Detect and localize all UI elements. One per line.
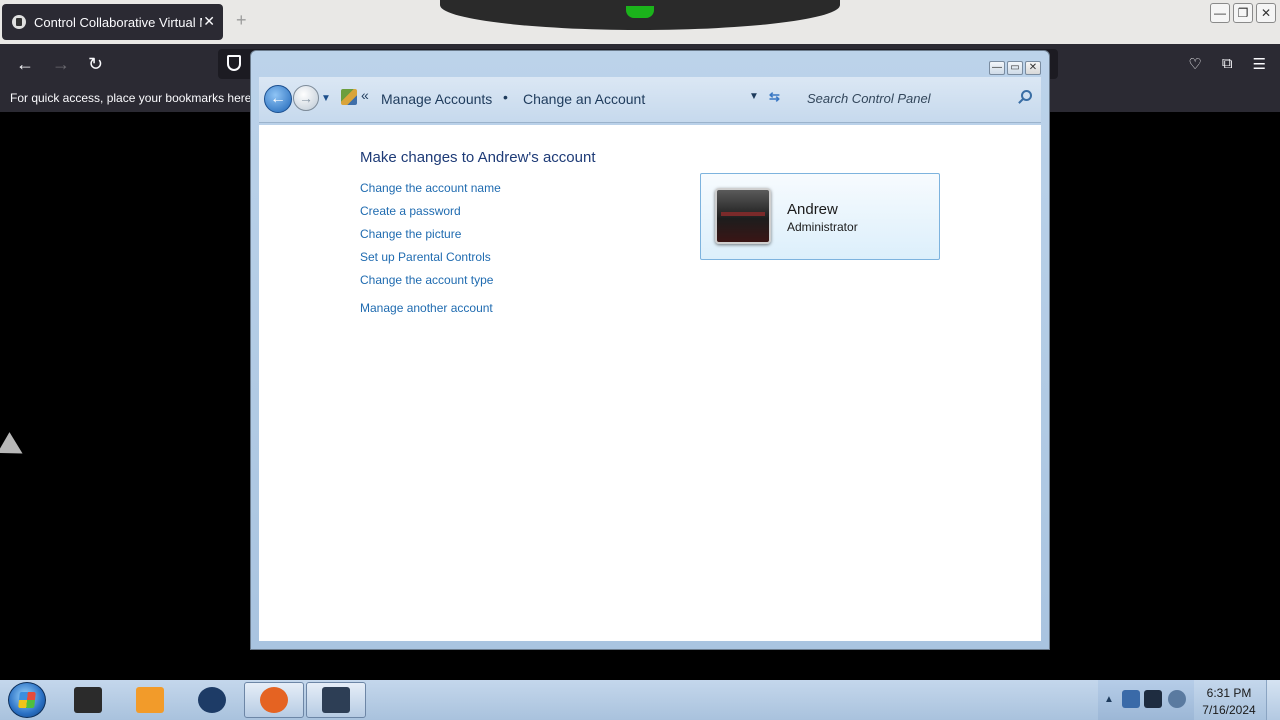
clock-time[interactable]: 6:31 PM — [1196, 686, 1262, 700]
firefox-icon — [260, 687, 288, 713]
app-1-icon — [74, 687, 102, 713]
reload-button[interactable]: ↻ — [88, 54, 103, 74]
control-panel-icon — [341, 89, 357, 105]
app-3-icon — [198, 687, 226, 713]
tray-app-icon[interactable] — [1122, 690, 1140, 708]
shield-icon[interactable] — [227, 55, 241, 71]
address-dropdown-chevron-down-icon[interactable]: ▼ — [749, 91, 759, 102]
browser-toolbar-icons: ♡ ⧉ ☰ — [1188, 55, 1266, 73]
minimize-button[interactable]: — — [1210, 3, 1230, 23]
mouse-cursor-icon — [0, 432, 29, 464]
close-button[interactable]: ✕ — [1256, 3, 1276, 23]
pocket-icon[interactable]: ♡ — [1188, 55, 1201, 73]
recent-pages-chevron-down-icon[interactable]: ▼ — [321, 93, 331, 104]
remote-viewer-icon — [322, 687, 350, 713]
search-input[interactable]: Search Control Panel — [807, 91, 1039, 109]
tray-volume-icon[interactable] — [1168, 690, 1186, 708]
refresh-icon[interactable]: ⇆ — [769, 89, 780, 105]
window-minimize-button[interactable]: — — [989, 61, 1005, 75]
task-links: Change the account name Create a passwor… — [360, 181, 501, 324]
window-close-button[interactable]: ✕ — [1025, 61, 1041, 75]
search-icon[interactable] — [1021, 90, 1032, 101]
taskbar-media-player[interactable] — [120, 682, 180, 718]
tab-favicon-icon — [12, 15, 26, 29]
clock-date[interactable]: 7/16/2024 — [1196, 703, 1262, 717]
system-tray: ▲ — [1098, 680, 1194, 720]
create-password-link[interactable]: Create a password — [360, 204, 501, 218]
menu-icon[interactable]: ☰ — [1253, 55, 1266, 73]
taskbar-firefox[interactable] — [244, 682, 304, 718]
avatar — [715, 188, 771, 244]
taskbar: ▲ 6:31 PM 7/16/2024 — [0, 680, 1280, 720]
new-tab-button[interactable]: + — [236, 10, 247, 31]
browser-window-controls: — ❐ ✕ — [1210, 3, 1276, 23]
breadcrumb-overflow[interactable]: « — [361, 87, 369, 103]
vm-toolbar-notch[interactable] — [440, 0, 840, 30]
account-name: Andrew — [787, 201, 838, 218]
taskbar-app-1[interactable] — [58, 682, 118, 718]
vm-connection-indicator-icon — [626, 6, 654, 18]
show-desktop-button[interactable] — [1266, 680, 1280, 720]
explorer-forward-button[interactable]: → — [293, 85, 319, 111]
back-button[interactable]: ← — [16, 54, 34, 74]
extensions-icon[interactable]: ⧉ — [1222, 55, 1233, 73]
change-picture-link[interactable]: Change the picture — [360, 227, 501, 241]
taskbar-remote-viewer[interactable] — [306, 682, 366, 718]
explorer-back-button[interactable]: ← — [264, 85, 292, 113]
tab-title: Control Collaborative Virtual M — [34, 14, 202, 30]
tray-network-icon[interactable] — [1144, 690, 1162, 708]
restore-button[interactable]: ❐ — [1233, 3, 1253, 23]
change-account-type-link[interactable]: Change the account type — [360, 273, 501, 287]
window-caption-buttons: — ▭ ✕ — [989, 61, 1041, 75]
content-pane: Make changes to Andrew's account Change … — [259, 125, 1041, 641]
breadcrumb-change-an-account[interactable]: Change an Account — [523, 91, 645, 107]
forward-button[interactable]: → — [52, 54, 70, 74]
control-panel-window: — ▭ ✕ ← → ▼ « Manage Accounts • Change a… — [250, 50, 1050, 650]
window-maximize-button[interactable]: ▭ — [1007, 61, 1023, 75]
change-account-name-link[interactable]: Change the account name — [360, 181, 501, 195]
address-row: ← → ▼ « Manage Accounts • Change an Acco… — [259, 77, 1041, 123]
tray-expand-icon[interactable]: ▲ — [1104, 694, 1114, 705]
account-role: Administrator — [787, 220, 858, 234]
manage-another-account-link[interactable]: Manage another account — [360, 301, 501, 315]
breadcrumb-separator[interactable]: • — [503, 89, 508, 105]
page-title: Make changes to Andrew's account — [360, 149, 596, 166]
browser-tab-bar: Control Collaborative Virtual M ✕ + — ❐ … — [0, 0, 1280, 44]
browser-tab-active[interactable]: Control Collaborative Virtual M ✕ — [2, 4, 223, 40]
start-button[interactable] — [8, 682, 46, 718]
taskbar-app-3[interactable] — [182, 682, 242, 718]
media-player-icon — [136, 687, 164, 713]
breadcrumb-manage-accounts[interactable]: Manage Accounts — [381, 91, 492, 107]
account-card[interactable]: Andrew Administrator — [700, 173, 940, 260]
parental-controls-link[interactable]: Set up Parental Controls — [360, 250, 501, 264]
tab-close-icon[interactable]: ✕ — [203, 13, 215, 30]
